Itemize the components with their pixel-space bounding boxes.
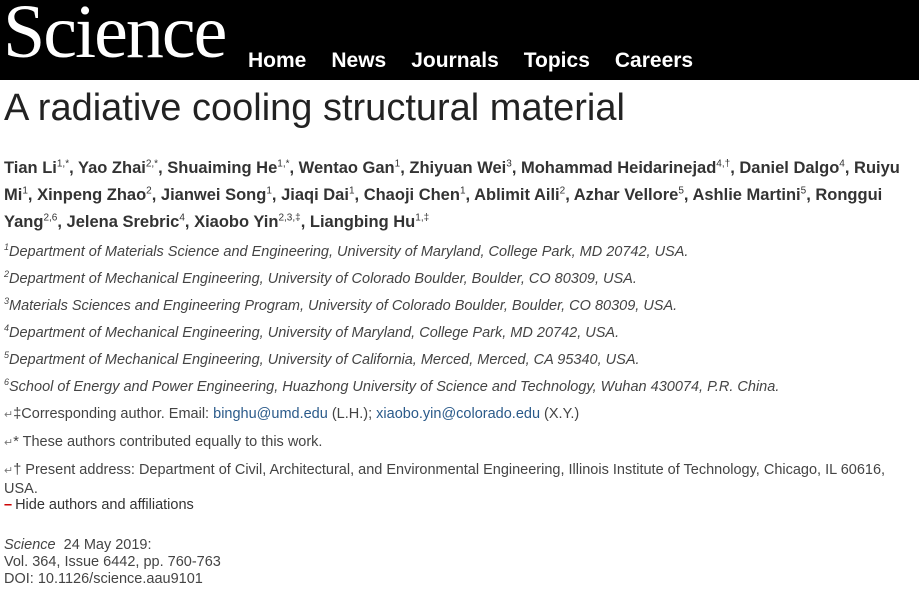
science-logo[interactable]: Science [3,0,227,70]
author-name[interactable]: Yao Zhai [78,159,146,177]
author-affiliation-marker: 4 [179,212,185,224]
author-affiliation-marker: 2,6 [43,212,58,224]
return-arrow-icon[interactable]: ↵ [4,465,13,477]
author-affiliation-marker: 1 [394,158,401,170]
author-affiliation-marker: 2,* [145,158,159,170]
author-list: Tian Li1,*, Yao Zhai2,*, Shuaiming He1,*… [4,158,900,231]
author-name[interactable]: Wentao Gan [299,159,395,177]
affiliation-item: 1Department of Materials Science and Eng… [4,243,904,270]
author-name[interactable]: Shuaiming He [167,159,277,177]
author-affiliation-marker: 1 [348,185,355,197]
top-bar: Science Home News Journals Topics Career… [0,0,919,80]
author-name[interactable]: Jianwei Song [161,186,266,204]
affiliation-text: Department of Mechanical Engineering, Un… [9,325,620,341]
nav-news[interactable]: News [331,50,386,71]
author-affiliation-marker: 1 [266,185,272,197]
author-name[interactable]: Liangbing Hu [310,213,415,231]
author-affiliation-marker: 1,* [56,158,70,170]
volume-info: Vol. 364, Issue 6442, pp. 760-763 [4,554,221,570]
affiliation-item: 2Department of Mechanical Engineering, U… [4,270,904,297]
email-link-yin[interactable]: xiaobo.yin@colorado.edu [376,406,540,422]
publication-date: 24 May 2019: [63,537,152,553]
author-affiliation-marker: 1 [22,185,28,197]
affiliation-item: 6School of Energy and Power Engineering,… [4,378,904,405]
author-name[interactable]: Xiaobo Yin [194,213,278,231]
author-name[interactable]: Zhiyuan Wei [409,159,506,177]
author-name[interactable]: Chaoji Chen [364,186,460,204]
main-nav: Home News Journals Topics Careers [248,50,718,71]
present-address-note: ↵† Present address: Department of Civil,… [4,462,886,497]
author-name[interactable]: Jiaqi Dai [281,186,349,204]
affiliation-list: 1Department of Materials Science and Eng… [4,243,904,405]
minus-icon: – [4,497,13,513]
author-name[interactable]: Xinpeng Zhao [37,186,146,204]
equal-contribution-note: ↵* These authors contributed equally to … [4,434,323,450]
author-affiliation-marker: 3 [506,158,512,170]
affiliation-item: 5Department of Mechanical Engineering, U… [4,351,904,378]
nav-home[interactable]: Home [248,50,306,71]
nav-careers[interactable]: Careers [615,50,693,71]
hide-authors-toggle[interactable]: – Hide authors and affiliations [4,497,194,513]
author-affiliation-marker: 1,‡ [415,212,430,224]
doi[interactable]: DOI: 10.1126/science.aau9101 [4,571,221,588]
author-affiliation-marker: 5 [678,185,684,197]
author-affiliation-marker: 4,† [716,158,731,170]
article-title: A radiative cooling structural material [4,87,625,129]
affiliation-text: Materials Sciences and Engineering Progr… [9,298,678,314]
author-name[interactable]: Ashlie Martini [692,186,800,204]
journal-name: Science [4,537,56,553]
author-affiliation-marker: 2 [146,185,152,197]
email-link-hu[interactable]: binghu@umd.edu [213,406,328,422]
return-arrow-icon[interactable]: ↵ [4,437,13,449]
author-affiliation-marker: 1 [459,185,466,197]
author-name[interactable]: Jelena Srebric [67,213,180,231]
affiliation-text: Department of Materials Science and Engi… [9,244,689,260]
nav-topics[interactable]: Topics [524,50,590,71]
author-affiliation-marker: 4 [839,158,845,170]
affiliation-text: School of Energy and Power Engineering, … [9,379,780,395]
affiliation-text: Department of Mechanical Engineering, Un… [9,271,637,287]
author-name[interactable]: Mohammad Heidarinejad [521,159,716,177]
author-notes: ↵‡Corresponding author. Email: binghu@um… [4,405,904,507]
author-affiliation-marker: 5 [800,185,807,197]
return-arrow-icon[interactable]: ↵ [4,409,13,421]
citation: Science 24 May 2019: Vol. 364, Issue 644… [4,537,221,588]
author-affiliation-marker: 1,* [277,158,290,170]
author-name[interactable]: Azhar Vellore [574,186,679,204]
corresponding-note: ↵‡Corresponding author. Email: binghu@um… [4,406,580,422]
affiliation-text: Department of Mechanical Engineering, Un… [9,352,640,368]
affiliation-item: 4Department of Mechanical Engineering, U… [4,324,904,351]
author-name[interactable]: Ablimit Aili [474,186,560,204]
author-name[interactable]: Daniel Dalgo [739,159,839,177]
author-affiliation-marker: 2 [559,185,566,197]
nav-journals[interactable]: Journals [411,50,499,71]
affiliation-item: 3Materials Sciences and Engineering Prog… [4,297,904,324]
author-affiliation-marker: 2,3,‡ [278,212,301,224]
author-name[interactable]: Tian Li [4,159,57,177]
